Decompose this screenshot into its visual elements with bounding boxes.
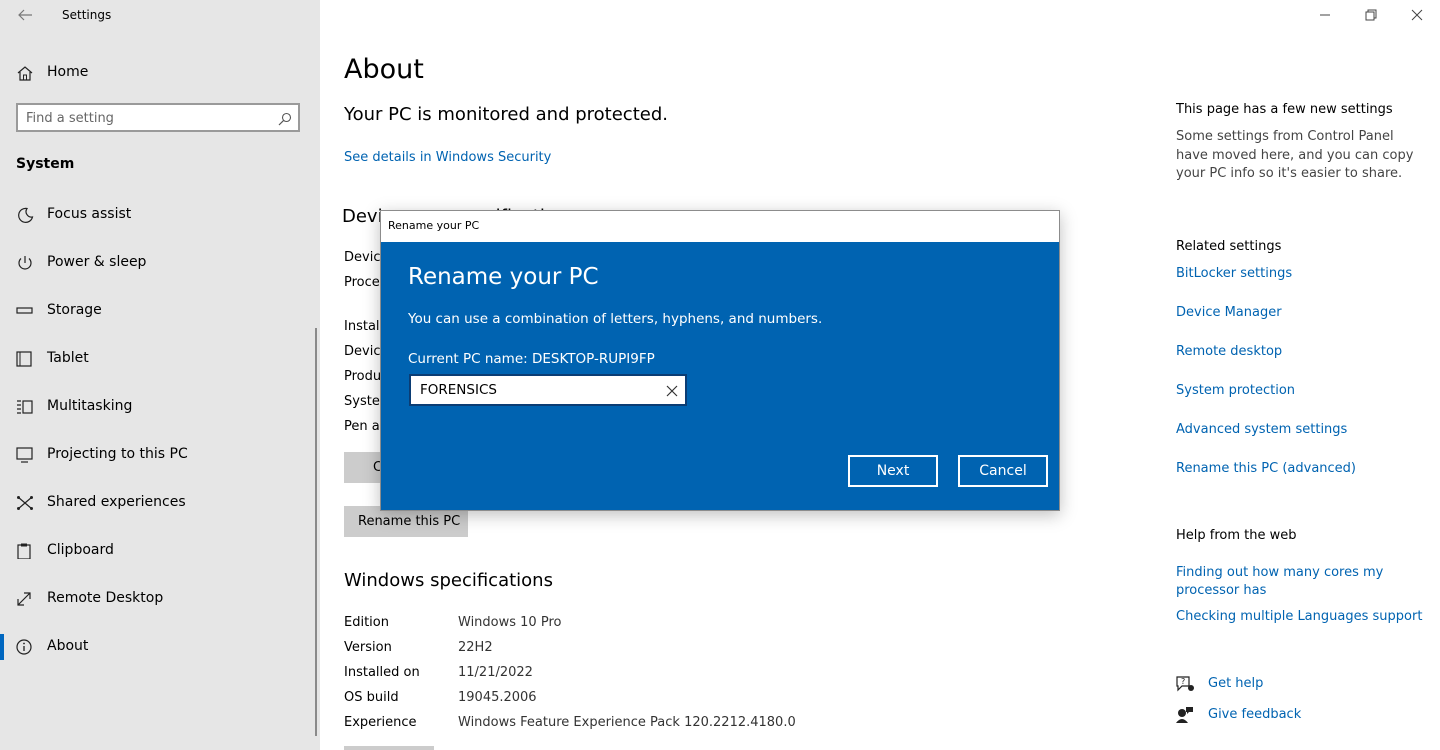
sidebar-item-label: Focus assist: [47, 206, 132, 222]
version-label: Version: [344, 640, 392, 655]
system-protection-link[interactable]: System protection: [1176, 383, 1295, 398]
sidebar-item-projecting[interactable]: Projecting to this PC: [0, 436, 318, 474]
sidebar-item-label: Projecting to this PC: [47, 446, 188, 462]
home-icon: [16, 65, 34, 81]
remote-icon: [16, 591, 34, 607]
page-title: About: [344, 54, 424, 85]
sidebar-item-label: Home: [47, 64, 89, 80]
get-help-link[interactable]: Get help: [1208, 676, 1263, 691]
experience-label: Experience: [344, 715, 417, 730]
rename-this-pc-label: Rename this PC: [358, 514, 461, 529]
copy-windows-specs-button[interactable]: [344, 746, 434, 750]
security-status: Your PC is monitored and protected.: [344, 104, 668, 125]
installed-on-value: 11/21/2022: [458, 665, 533, 680]
os-build-value: 19045.2006: [458, 690, 537, 705]
spec-label-system-type: Syster: [344, 394, 386, 409]
dialog-titlebar: Rename your PC: [381, 211, 1059, 242]
sidebar-item-shared-experiences[interactable]: Shared experiences: [0, 484, 318, 522]
back-button[interactable]: [14, 5, 36, 25]
back-arrow-icon: [18, 9, 32, 21]
rename-pc-dialog: Rename your PC Rename your PC You can us…: [380, 210, 1060, 511]
sidebar-item-label: About: [47, 638, 89, 654]
sidebar-item-tablet[interactable]: Tablet: [0, 340, 318, 378]
app-title: Settings: [62, 8, 112, 22]
spec-label-pen-touch: Pen ar: [344, 419, 386, 434]
sidebar-item-label: Multitasking: [47, 398, 133, 414]
dialog-description: You can use a combination of letters, hy…: [408, 311, 823, 327]
cores-help-link[interactable]: Finding out how many cores my processor …: [1176, 564, 1406, 600]
sidebar-item-label: Power & sleep: [47, 254, 147, 270]
windows-security-link[interactable]: See details in Windows Security: [344, 150, 551, 165]
info-icon: [16, 639, 34, 655]
sidebar-item-remote-desktop[interactable]: Remote Desktop: [0, 580, 318, 618]
sidebar: Settings Home System Focus assist Power …: [0, 0, 320, 750]
sidebar-item-focus-assist[interactable]: Focus assist: [0, 196, 318, 234]
edition-value: Windows 10 Pro: [458, 615, 562, 630]
experience-value: Windows Feature Experience Pack 120.2212…: [458, 715, 796, 730]
windows-specifications-heading: Windows specifications: [344, 570, 553, 591]
sidebar-scrollbar[interactable]: [315, 328, 317, 736]
new-settings-text: Some settings from Control Panel have mo…: [1176, 129, 1414, 181]
storage-icon: [16, 303, 34, 319]
sidebar-item-label: Shared experiences: [47, 494, 186, 510]
version-value: 22H2: [458, 640, 493, 655]
tablet-icon: [16, 351, 34, 367]
next-button[interactable]: Next: [848, 455, 938, 487]
minimize-button[interactable]: [1314, 4, 1336, 26]
spec-label-installed-ram: Install: [344, 319, 384, 334]
spec-label-product-id: Produ: [344, 369, 382, 384]
minimize-icon: [1320, 14, 1330, 16]
restore-icon: [1365, 9, 1377, 21]
clear-input-icon[interactable]: [665, 383, 679, 397]
give-feedback-link[interactable]: Give feedback: [1208, 707, 1301, 722]
close-icon: [1411, 9, 1423, 21]
cancel-button[interactable]: Cancel: [958, 455, 1048, 487]
pc-name-field[interactable]: [409, 374, 687, 406]
search-input[interactable]: [26, 109, 266, 127]
dialog-window-title: Rename your PC: [388, 219, 480, 232]
copy-button[interactable]: C: [344, 452, 384, 483]
sidebar-item-storage[interactable]: Storage: [0, 292, 318, 330]
pc-name-input[interactable]: [420, 381, 660, 399]
moon-icon: [16, 207, 34, 223]
device-manager-link[interactable]: Device Manager: [1176, 305, 1282, 320]
current-pc-name: Current PC name: DESKTOP-RUPI9FP: [408, 351, 655, 367]
shared-icon: [16, 495, 34, 511]
remote-desktop-link[interactable]: Remote desktop: [1176, 344, 1282, 359]
help-from-web-heading: Help from the web: [1176, 528, 1297, 543]
edition-label: Edition: [344, 615, 389, 630]
device-specifications-heading-start: Devi: [342, 206, 383, 227]
svg-text:?: ?: [1181, 677, 1185, 686]
sidebar-item-label: Storage: [47, 302, 102, 318]
section-heading-system: System: [16, 156, 75, 172]
sidebar-item-label: Tablet: [47, 350, 89, 366]
search-icon[interactable]: [278, 111, 292, 126]
clipboard-icon: [16, 543, 34, 560]
sidebar-item-clipboard[interactable]: Clipboard: [0, 532, 318, 570]
sidebar-item-label: Remote Desktop: [47, 590, 164, 606]
sidebar-item-multitasking[interactable]: Multitasking: [0, 388, 318, 426]
restore-button[interactable]: [1360, 4, 1382, 26]
related-settings-heading: Related settings: [1176, 239, 1282, 254]
get-help-icon: ?: [1175, 675, 1195, 693]
power-icon: [16, 255, 34, 271]
bitlocker-settings-link[interactable]: BitLocker settings: [1176, 266, 1292, 281]
search-box[interactable]: [16, 103, 300, 132]
sidebar-item-home[interactable]: Home: [0, 58, 320, 88]
projecting-icon: [16, 447, 34, 463]
languages-help-link[interactable]: Checking multiple Languages support: [1176, 609, 1422, 624]
dialog-heading: Rename your PC: [408, 264, 599, 290]
installed-on-label: Installed on: [344, 665, 420, 680]
sidebar-item-power-sleep[interactable]: Power & sleep: [0, 244, 318, 282]
sidebar-item-label: Clipboard: [47, 542, 114, 558]
spec-label-processor: Proce: [344, 275, 380, 290]
close-button[interactable]: [1406, 4, 1428, 26]
new-settings-heading: This page has a few new settings: [1176, 102, 1393, 117]
os-build-label: OS build: [344, 690, 399, 705]
give-feedback-icon: [1175, 706, 1195, 724]
sidebar-item-about[interactable]: About: [0, 628, 318, 666]
advanced-system-settings-link[interactable]: Advanced system settings: [1176, 422, 1347, 437]
multitasking-icon: [16, 399, 34, 415]
rename-pc-advanced-link[interactable]: Rename this PC (advanced): [1176, 461, 1356, 476]
